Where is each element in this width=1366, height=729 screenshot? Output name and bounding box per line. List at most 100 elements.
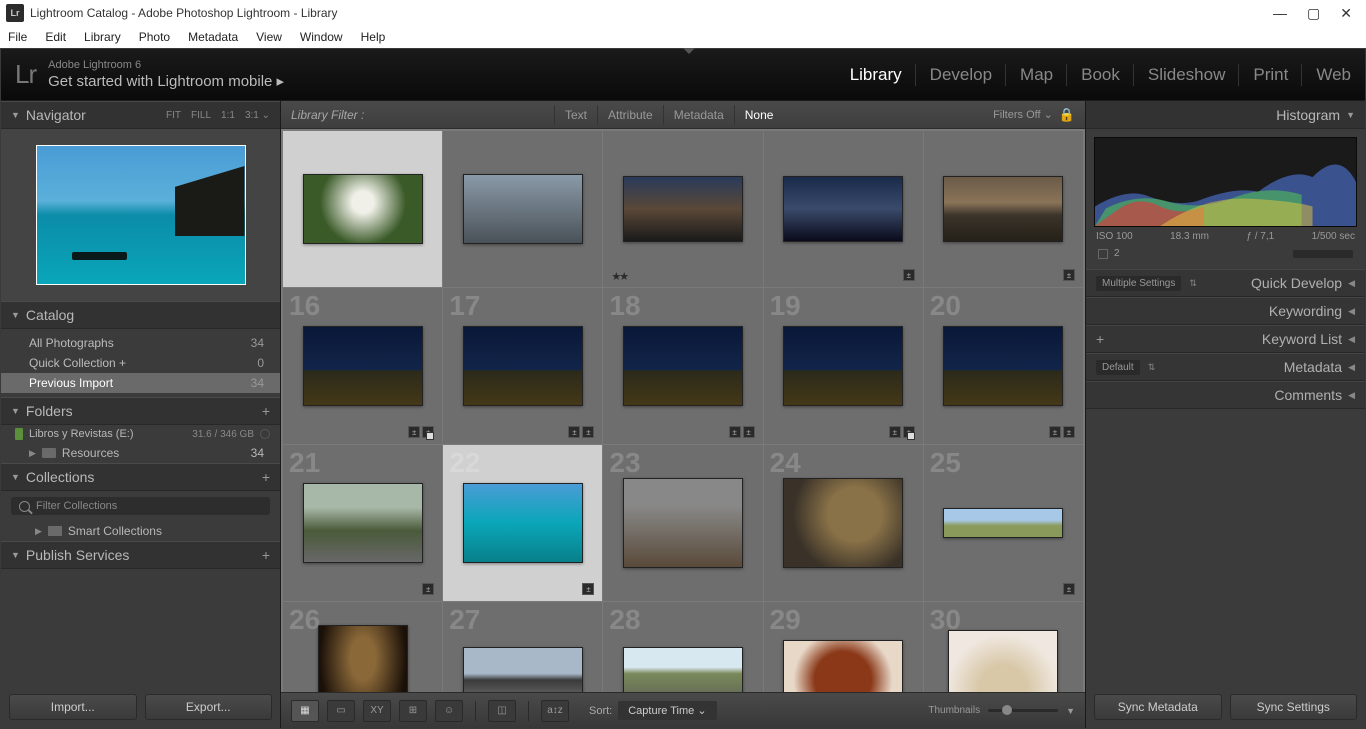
compare-view-button[interactable]: XY: [363, 700, 391, 722]
add-keyword-icon[interactable]: +: [1096, 331, 1104, 347]
rating-stars[interactable]: ★★: [611, 270, 627, 283]
sync-settings-button[interactable]: Sync Settings: [1230, 694, 1358, 720]
develop-badge-icon: ±: [582, 426, 594, 438]
filter-collections-input[interactable]: Filter Collections: [11, 497, 270, 515]
grid-cell[interactable]: 21±: [283, 445, 442, 601]
histogram-header[interactable]: Histogram ▼: [1086, 101, 1365, 129]
menu-edit[interactable]: Edit: [45, 30, 66, 44]
nav-zoom-option[interactable]: 1:1: [221, 110, 235, 121]
comments-header[interactable]: Comments ◀: [1086, 381, 1365, 409]
module-web[interactable]: Web: [1316, 61, 1351, 89]
volume-row[interactable]: Libros y Revistas (E:) 31.6 / 346 GB: [1, 425, 280, 443]
menu-help[interactable]: Help: [361, 30, 386, 44]
thumbnail-grid[interactable]: ★★±±16±±17±±18±±19±±20±±21±22±232425±262…: [281, 129, 1085, 692]
export-button[interactable]: Export...: [145, 694, 273, 720]
folders-header[interactable]: ▼ Folders +: [1, 397, 280, 425]
thumbnail-size-slider[interactable]: [988, 709, 1058, 712]
toolbar-dropdown-icon[interactable]: ▼: [1066, 706, 1075, 716]
preset-stepper-icon[interactable]: ⇅: [1189, 278, 1197, 289]
grid-cell[interactable]: 26: [283, 602, 442, 692]
grid-cell[interactable]: [283, 131, 442, 287]
grid-cell[interactable]: 25±: [924, 445, 1083, 601]
grid-view-button[interactable]: ▦: [291, 700, 319, 722]
module-slideshow[interactable]: Slideshow: [1148, 61, 1226, 89]
add-publish-icon[interactable]: +: [262, 547, 270, 563]
filters-off-dropdown[interactable]: Filters Off ⌄: [993, 108, 1053, 121]
menu-window[interactable]: Window: [300, 30, 343, 44]
keywording-header[interactable]: Keywording ◀: [1086, 297, 1365, 325]
grid-cell[interactable]: 19±±: [764, 288, 923, 444]
metadata-preset[interactable]: Default: [1096, 360, 1140, 375]
menu-file[interactable]: File: [8, 30, 27, 44]
keyword-list-header[interactable]: + Keyword List ◀: [1086, 325, 1365, 353]
smart-collections-item[interactable]: ▶ Smart Collections: [1, 521, 280, 541]
filter-tab-text[interactable]: Text: [554, 105, 597, 125]
search-icon: [19, 501, 30, 512]
painter-tool-button[interactable]: ◫: [488, 700, 516, 722]
grid-cell[interactable]: 17±±: [443, 288, 602, 444]
nav-zoom-option[interactable]: FILL: [191, 110, 211, 121]
grid-cell[interactable]: 23: [603, 445, 762, 601]
import-button[interactable]: Import...: [9, 694, 137, 720]
menu-view[interactable]: View: [256, 30, 282, 44]
collections-header[interactable]: ▼ Collections +: [1, 463, 280, 491]
catalog-item[interactable]: All Photographs34: [1, 333, 280, 353]
nav-zoom-option[interactable]: 3:1 ⌄: [245, 110, 270, 121]
window-maximize[interactable]: ▢: [1307, 5, 1320, 22]
menu-photo[interactable]: Photo: [139, 30, 170, 44]
preset-stepper-icon[interactable]: ⇅: [1148, 362, 1156, 373]
grid-cell[interactable]: [443, 131, 602, 287]
collapse-icon: ▼: [11, 310, 20, 320]
grid-cell[interactable]: ★★: [603, 131, 762, 287]
thumbnails-label: Thumbnails: [928, 705, 980, 716]
menu-metadata[interactable]: Metadata: [188, 30, 238, 44]
module-map[interactable]: Map: [1020, 61, 1053, 89]
publish-header[interactable]: ▼ Publish Services +: [1, 541, 280, 569]
menu-library[interactable]: Library: [84, 30, 121, 44]
grid-cell[interactable]: 27: [443, 602, 602, 692]
filter-tab-none[interactable]: None: [734, 105, 784, 125]
catalog-header[interactable]: ▼ Catalog: [1, 301, 280, 329]
quick-develop-preset[interactable]: Multiple Settings: [1096, 276, 1181, 291]
module-library[interactable]: Library: [850, 61, 902, 89]
product-name: Adobe Lightroom 6: [48, 58, 284, 72]
sort-direction-button[interactable]: a↕z: [541, 700, 569, 722]
add-folder-icon[interactable]: +: [262, 403, 270, 419]
grid-cell[interactable]: 22±: [443, 445, 602, 601]
panel-collapse-indicator-icon[interactable]: [683, 48, 695, 54]
module-develop[interactable]: Develop: [930, 61, 992, 89]
window-close[interactable]: ✕: [1340, 5, 1352, 22]
nav-zoom-option[interactable]: FIT: [166, 110, 181, 121]
survey-view-button[interactable]: ⊞: [399, 700, 427, 722]
grid-cell[interactable]: 24: [764, 445, 923, 601]
window-minimize[interactable]: —: [1273, 5, 1287, 22]
grid-cell[interactable]: 16±±: [283, 288, 442, 444]
catalog-item[interactable]: Previous Import34: [1, 373, 280, 393]
catalog-item[interactable]: Quick Collection +0: [1, 353, 280, 373]
grid-cell[interactable]: 29: [764, 602, 923, 692]
sort-dropdown[interactable]: Capture Time ⌄: [618, 701, 716, 720]
grid-cell[interactable]: ±: [764, 131, 923, 287]
navigator-preview[interactable]: [1, 129, 280, 301]
sync-metadata-button[interactable]: Sync Metadata: [1094, 694, 1222, 720]
people-view-button[interactable]: ☺: [435, 700, 463, 722]
grid-cell[interactable]: 18±±: [603, 288, 762, 444]
module-book[interactable]: Book: [1081, 61, 1120, 89]
window-title: Lightroom Catalog - Adobe Photoshop Ligh…: [30, 6, 338, 20]
filter-tab-metadata[interactable]: Metadata: [663, 105, 734, 125]
mobile-link[interactable]: Get started with Lightroom mobile ▸: [48, 72, 284, 92]
filter-tab-attribute[interactable]: Attribute: [597, 105, 663, 125]
add-collection-icon[interactable]: +: [262, 469, 270, 485]
loupe-view-button[interactable]: ▭: [327, 700, 355, 722]
library-filter-bar: Library Filter : TextAttributeMetadataNo…: [281, 101, 1085, 129]
grid-cell[interactable]: 30: [924, 602, 1083, 692]
lock-icon[interactable]: 🔒: [1059, 107, 1075, 123]
grid-cell[interactable]: ±: [924, 131, 1083, 287]
folder-item[interactable]: ▶Resources34: [1, 443, 280, 463]
navigator-header[interactable]: ▼ Navigator FITFILL1:13:1 ⌄: [1, 101, 280, 129]
module-print[interactable]: Print: [1253, 61, 1288, 89]
grid-cell[interactable]: 20±±: [924, 288, 1083, 444]
metadata-header[interactable]: Default ⇅ Metadata ◀: [1086, 353, 1365, 381]
quick-develop-header[interactable]: Multiple Settings ⇅ Quick Develop ◀: [1086, 269, 1365, 297]
grid-cell[interactable]: 28: [603, 602, 762, 692]
